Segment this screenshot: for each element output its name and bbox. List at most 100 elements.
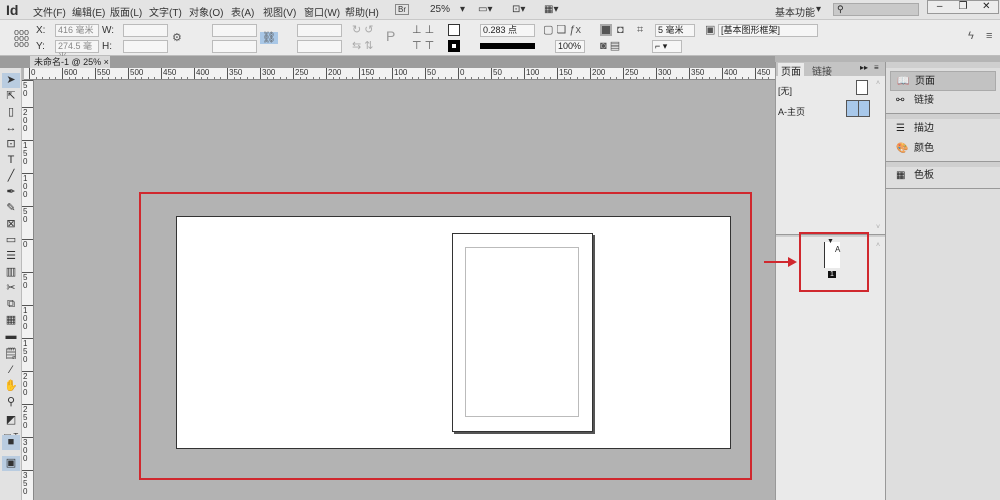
gradient-swatch-tool-icon[interactable]: ▦ — [2, 313, 20, 328]
rectangle-tool-icon[interactable]: ▭ — [2, 233, 20, 248]
menu-type[interactable]: 文字(T) — [149, 4, 182, 19]
collapse-icon[interactable]: ▸▸ — [860, 63, 868, 72]
lightning-icon[interactable]: ϟ — [968, 30, 974, 42]
master-none-thumbnail[interactable] — [856, 80, 868, 95]
zoom-dropdown[interactable]: 25% — [430, 4, 450, 15]
zoom-tool-icon[interactable]: ⚲ — [2, 395, 20, 410]
dock-pages[interactable]: 📖 页面 — [890, 71, 996, 91]
ruler-tick — [722, 68, 723, 79]
select-content-icon[interactable]: ⊤ ⊤ — [412, 40, 434, 52]
fill-stroke-icon[interactable]: ◩ — [2, 413, 20, 428]
arrange-documents-icon[interactable]: ▦▾ — [544, 4, 558, 15]
text-wrap-icon[interactable] — [600, 24, 612, 36]
search-input[interactable]: ⚲ — [833, 3, 919, 16]
master-a-thumbnail[interactable] — [846, 100, 870, 117]
dock-color[interactable]: 🎨 颜色 — [890, 139, 996, 159]
scissors-tool-icon[interactable]: ✂ — [2, 281, 20, 296]
selection-tool-icon[interactable]: ➤ — [2, 73, 20, 88]
master-none[interactable]: [无] — [778, 84, 792, 97]
type-tool-icon[interactable]: T — [2, 153, 20, 168]
effects-icon[interactable]: ▢ ❏ ƒx — [543, 24, 581, 36]
wrap-bounding-icon[interactable]: ◘ — [617, 24, 624, 36]
ruler-label: 400 — [724, 68, 738, 77]
vertical-grid-tool-icon[interactable]: ▥ — [2, 265, 20, 280]
height-field[interactable] — [123, 40, 168, 53]
master-a[interactable]: A-主页 — [778, 105, 805, 118]
shear-field[interactable] — [297, 40, 342, 53]
stroke-swatch[interactable] — [448, 40, 460, 52]
constrain-proportions-icon[interactable]: ⚙ — [172, 32, 182, 44]
control-panel: ooooooooo X: Y: 416 毫米 274.5 毫米 W: H: ⚙ … — [0, 20, 1000, 62]
bridge-button[interactable]: Br — [395, 4, 409, 15]
normal-view-icon[interactable]: ▣ — [2, 456, 20, 471]
menu-layout[interactable]: 版面(L) — [110, 4, 142, 19]
pencil-tool-icon[interactable]: ✎ — [2, 201, 20, 216]
dock-pages-label: 页面 — [915, 76, 935, 87]
flip-icon[interactable]: ⇆ ⇅ — [352, 40, 374, 52]
menu-help[interactable]: 帮助(H) — [345, 4, 379, 19]
free-transform-tool-icon[interactable]: ⧉ — [2, 297, 20, 312]
fill-swatch[interactable] — [448, 24, 460, 36]
dock-swatches[interactable]: ▦ 色板 — [890, 166, 996, 186]
reference-point-icon[interactable]: ooo ooo ooo — [14, 28, 29, 49]
menu-edit[interactable]: 编辑(E) — [72, 4, 105, 19]
close-button[interactable]: ✕ — [975, 1, 998, 13]
link-scale-icon[interactable]: ⛓ — [260, 32, 278, 44]
note-tool-icon[interactable]: 🗒 — [2, 347, 20, 362]
minimize-button[interactable]: – — [928, 1, 951, 13]
corner-shape-dropdown[interactable]: ⌐ ▾ — [652, 40, 682, 53]
pen-tool-icon[interactable]: ✒ — [2, 185, 20, 200]
scroll-up-icon[interactable]: ˄ — [876, 242, 880, 249]
scroll-down-icon[interactable]: ˅ — [876, 224, 880, 231]
direct-selection-tool-icon[interactable]: ⇱ — [2, 89, 20, 104]
chevron-down-icon[interactable]: ▾ — [460, 4, 465, 15]
scale-x-field[interactable] — [212, 24, 257, 37]
panel-menu-icon[interactable]: ≡ — [986, 30, 992, 42]
restore-button[interactable]: ❐ — [951, 1, 974, 13]
view-options-icon[interactable]: ⊡▾ — [512, 4, 525, 15]
select-container-icon[interactable]: ⊥ ⊥ — [412, 24, 434, 36]
tab-links[interactable]: 链接 — [812, 63, 832, 78]
y-field[interactable]: 274.5 毫米 — [55, 40, 99, 62]
scroll-up-icon[interactable]: ˄ — [876, 80, 880, 87]
tab-pages[interactable]: 页面 — [778, 63, 804, 78]
workspace-switcher[interactable]: 基本功能 — [775, 4, 815, 19]
x-field[interactable]: 416 毫米 — [55, 24, 99, 37]
gap-tool-icon[interactable]: ↔ — [2, 121, 20, 136]
menu-file[interactable]: 文件(F) — [33, 4, 66, 19]
corner-icon[interactable]: ⌗ — [637, 24, 643, 36]
ruler-tick — [590, 68, 591, 79]
width-field[interactable] — [123, 24, 168, 37]
scale-y-field[interactable] — [212, 40, 257, 53]
content-collector-icon[interactable]: ⊡ — [2, 137, 20, 152]
panel-menu-icon[interactable]: ≡ — [874, 63, 879, 72]
menu-table[interactable]: 表(A) — [231, 4, 254, 19]
chevron-down-icon[interactable]: ▾ — [816, 4, 821, 15]
dock-stroke[interactable]: ☰ 描边 — [890, 119, 996, 139]
ruler-label: 50 — [23, 81, 28, 98]
stroke-type-dropdown[interactable] — [480, 43, 535, 49]
rectangle-frame-tool-icon[interactable]: ⊠ — [2, 217, 20, 232]
eyedropper-tool-icon[interactable]: ⁄ — [2, 363, 20, 378]
menu-view[interactable]: 视图(V) — [263, 4, 296, 19]
ruler-label: 550 — [97, 68, 111, 77]
rotate-cw-icon[interactable]: ↻ ↺ — [352, 24, 374, 36]
apply-color-icon[interactable]: ■ — [2, 435, 20, 450]
object-style-dropdown[interactable]: [基本图形框架] — [718, 24, 818, 37]
horizontal-grid-tool-icon[interactable]: ☰ — [2, 249, 20, 264]
hand-tool-icon[interactable]: ✋ — [2, 379, 20, 394]
gradient-feather-tool-icon[interactable]: ▬ — [2, 329, 20, 344]
stroke-weight-field[interactable]: 0.283 点 — [480, 24, 535, 37]
page-tool-icon[interactable]: ▯ — [2, 105, 20, 120]
rotation-field[interactable] — [297, 24, 342, 37]
menu-window[interactable]: 窗口(W) — [304, 4, 340, 19]
menu-object[interactable]: 对象(O) — [189, 4, 223, 19]
corner-size-field[interactable]: 5 毫米 — [655, 24, 695, 37]
document-tab[interactable]: 未命名-1 @ 25% × — [30, 56, 110, 68]
close-tab-icon[interactable]: × — [104, 57, 109, 67]
opacity-field[interactable]: 100% — [555, 40, 585, 53]
wrap-shape-icon[interactable]: ◙ ▤ — [600, 40, 620, 52]
dock-links[interactable]: ⚯ 链接 — [890, 91, 996, 111]
line-tool-icon[interactable]: ╱ — [2, 169, 20, 184]
screen-mode-icon[interactable]: ▭▾ — [478, 4, 492, 15]
